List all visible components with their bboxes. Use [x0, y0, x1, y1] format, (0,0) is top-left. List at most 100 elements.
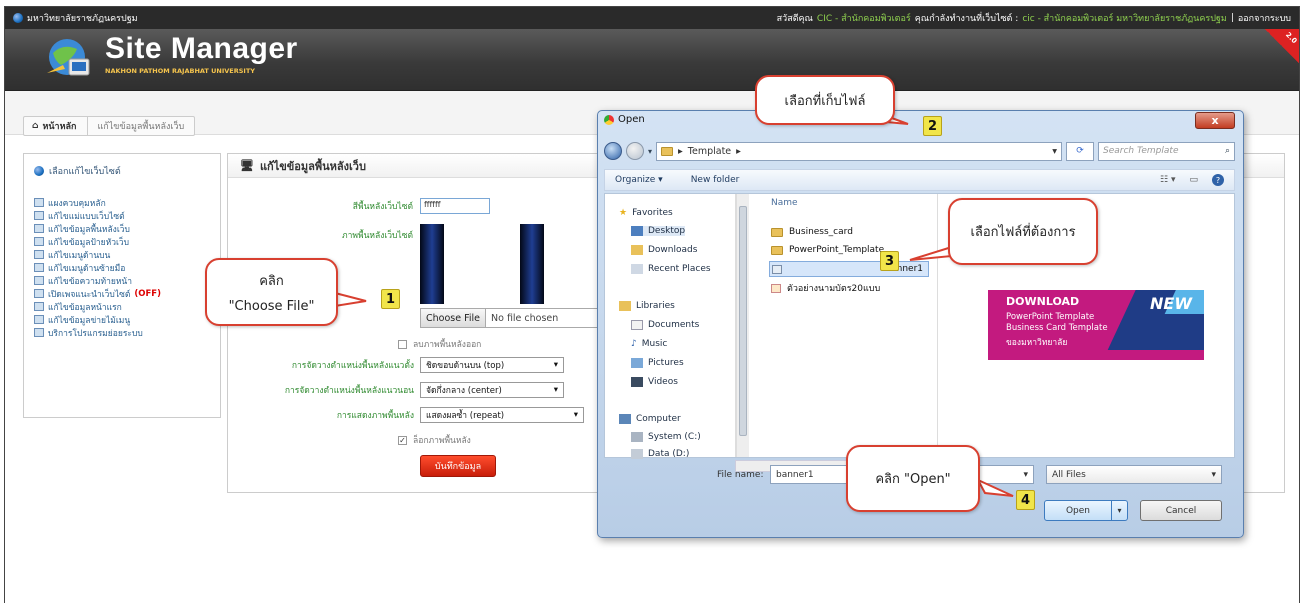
display-value: แสดงผลซ้ำ (repeat) [426, 411, 505, 421]
search-input[interactable]: Search Template ⌕ [1098, 141, 1235, 161]
nav-scrollbar[interactable] [736, 194, 749, 457]
nav-label: Documents [648, 320, 700, 330]
chevron-down-icon: ▾ [553, 360, 558, 370]
nav-desktop[interactable]: Desktop [631, 226, 686, 236]
sidebar-item-label: แก้ไขเมนูด้านซ้ายมือ [48, 263, 126, 274]
file-input[interactable]: Choose File No file chosen [420, 308, 600, 328]
nav-favorites[interactable]: ★ Favorites [619, 208, 673, 218]
forward-arrow-icon[interactable] [626, 142, 644, 160]
filename-label: File name: [717, 470, 764, 480]
music-icon: ♪ [631, 339, 637, 349]
nav-data-d[interactable]: Data (D:) [631, 449, 689, 459]
close-button[interactable]: x [1195, 112, 1235, 129]
promo-line3: ของมหาวิทยาลัย [1006, 338, 1068, 348]
valign-label: การจัดวางตำแหน่งพื้นหลังแนวตั้ง [291, 361, 414, 371]
app-title: Site Manager [105, 32, 298, 65]
list-item[interactable]: PowerPoint_Template [769, 242, 929, 258]
back-arrow-icon[interactable] [604, 142, 622, 160]
nav-system-c[interactable]: System (C:) [631, 432, 701, 442]
bg-image-label: ภาพพื้นหลังเว็บไซต์ [342, 231, 413, 241]
site-manager-logo-icon [47, 39, 90, 76]
site-name: มหาวิทยาลัยราชภัฏนครปฐม [27, 14, 138, 24]
save-button[interactable]: บันทึกข้อมูล [420, 455, 496, 477]
cancel-button[interactable]: Cancel [1140, 500, 1222, 521]
app-subtitle: NAKHON PATHOM RAJABHAT UNIVERSITY [105, 67, 255, 75]
nav-documents[interactable]: Documents [631, 320, 699, 330]
chevron-down-icon[interactable]: ▾ [1023, 470, 1028, 480]
lock-bg-checkbox[interactable]: ✓ [398, 435, 407, 445]
select-site-link[interactable]: เลือกแก้ไขเว็บไซต์ [34, 164, 210, 178]
nav-label: Favorites [632, 208, 673, 218]
lock-bg-label: ล็อกภาพพื้นหลัง [413, 436, 471, 446]
document-icon [771, 283, 781, 293]
libraries-icon [619, 301, 631, 311]
banner-icon [34, 237, 44, 246]
organize-menu[interactable]: Organize ▾ [615, 175, 663, 185]
history-dropdown-icon[interactable]: ▾ [648, 147, 652, 156]
bg-color-input[interactable]: ffffff [420, 198, 490, 214]
address-bar[interactable]: ▸ Template ▸ ▾ [656, 141, 1063, 161]
dialog-toolbar: Organize ▾ New folder ☷ ▾ ▭ ? [604, 169, 1235, 191]
dialog-navbar: ▾ ▸ Template ▸ ▾ ⟳ Search Template ⌕ [604, 139, 1235, 163]
nav-videos[interactable]: Videos [631, 377, 678, 387]
nav-label: Pictures [648, 358, 684, 368]
user-name[interactable]: CIC - สำนักคอมพิวเตอร์ [817, 11, 911, 25]
scroll-thumb[interactable] [739, 206, 747, 436]
nav-libraries[interactable]: Libraries [619, 301, 675, 311]
background-icon [34, 224, 44, 233]
sidebar-item-label: แก้ไขข้อมูลหน้าแรก [48, 302, 122, 313]
sidebar-item-control-panel[interactable]: แผงควบคุมหลัก [34, 196, 210, 209]
choose-file-button[interactable]: Choose File [421, 309, 486, 327]
open-dropdown-icon[interactable]: ▾ [1111, 501, 1127, 520]
list-item-selected[interactable]: banner1 [769, 261, 929, 277]
version-ribbon: 2.0 [1265, 29, 1299, 63]
nav-computer[interactable]: Computer [619, 414, 681, 424]
news-icon [34, 315, 44, 324]
halign-select[interactable]: จัดกึ่งกลาง (center) ▾ [420, 382, 564, 398]
breadcrumb-home[interactable]: ⌂ หน้าหลัก [24, 117, 88, 135]
sidebar-item-background[interactable]: แก้ไขข้อมูลพื้นหลังเว็บ [34, 222, 210, 235]
step-badge-1: 1 [381, 289, 400, 309]
working-on-label: คุณกำลังทำงานที่เว็บไซต์ : [914, 14, 1019, 24]
remove-bg-checkbox[interactable] [398, 339, 407, 349]
sidebar-item-intro-page[interactable]: เปิดเพจแนะนำเว็บไซต์ (OFF) [34, 287, 210, 300]
current-site-link[interactable]: cic - สำนักคอมพิวเตอร์ มหาวิทยาลัยราชภัฏ… [1022, 11, 1227, 25]
list-item[interactable]: Business_card [769, 224, 929, 240]
nav-music[interactable]: ♪ Music [631, 339, 667, 349]
nav-pictures[interactable]: Pictures [631, 358, 684, 368]
list-item[interactable]: ตัวอย่างนามบัตร20แบบ [769, 280, 929, 296]
path-segment[interactable]: Template [688, 146, 731, 157]
sidebar-item-label: แก้ไขเมนูด้านบน [48, 250, 111, 261]
filetype-select[interactable]: All Files ▾ [1046, 465, 1222, 484]
sidebar-item-news-menu[interactable]: แก้ไขข้อมูลข่ายไม้เมนู [34, 313, 210, 326]
nav-recent[interactable]: Recent Places [631, 264, 711, 274]
dialog-titlebar: Open [604, 114, 645, 125]
sidebar-item-left-menu[interactable]: แก้ไขเมนูด้านซ้ายมือ [34, 261, 210, 274]
preview-pane-icon[interactable]: ▭ [1189, 175, 1198, 185]
open-button[interactable]: Open ▾ [1044, 500, 1128, 521]
image-file-icon [772, 264, 782, 274]
sidebar-item-footer[interactable]: แก้ไขข้อความท้ายหน้า [34, 274, 210, 287]
sidebar-item-banner[interactable]: แก้ไขข้อมูลป้ายหัวเว็บ [34, 235, 210, 248]
display-select[interactable]: แสดงผลซ้ำ (repeat) ▾ [420, 407, 584, 423]
pictures-icon [631, 358, 643, 368]
sidebar-item-top-menu[interactable]: แก้ไขเมนูด้านบน [34, 248, 210, 261]
panel-icon [34, 198, 44, 207]
nav-label: Desktop [648, 226, 686, 236]
nav-label: System (C:) [648, 432, 701, 442]
refresh-icon[interactable]: ⟳ [1066, 141, 1095, 161]
logout-link[interactable]: ออกจากระบบ [1238, 11, 1291, 25]
menu-icon [34, 263, 44, 272]
column-header-name[interactable]: Name [771, 198, 798, 208]
sidebar-item-home-page[interactable]: แก้ไขข้อมูลหน้าแรก [34, 300, 210, 313]
file-list: Name Business_card PowerPoint_Template b… [755, 194, 935, 457]
valign-select[interactable]: ชิดขอบด้านบน (top) ▾ [420, 357, 564, 373]
view-options-icon[interactable]: ☷ ▾ [1160, 175, 1175, 185]
remove-bg-row: ลบภาพพื้นหลังออก [398, 337, 481, 351]
nav-downloads[interactable]: Downloads [631, 245, 697, 255]
sidebar-item-template[interactable]: แก้ไขแม่แบบเว็บไซต์ [34, 209, 210, 222]
sidebar-item-services[interactable]: บริการโปรแกรมย่อยระบบ [34, 326, 210, 339]
help-icon[interactable]: ? [1212, 174, 1224, 186]
new-folder-button[interactable]: New folder [691, 175, 740, 185]
address-dropdown-icon[interactable]: ▾ [1052, 146, 1057, 157]
